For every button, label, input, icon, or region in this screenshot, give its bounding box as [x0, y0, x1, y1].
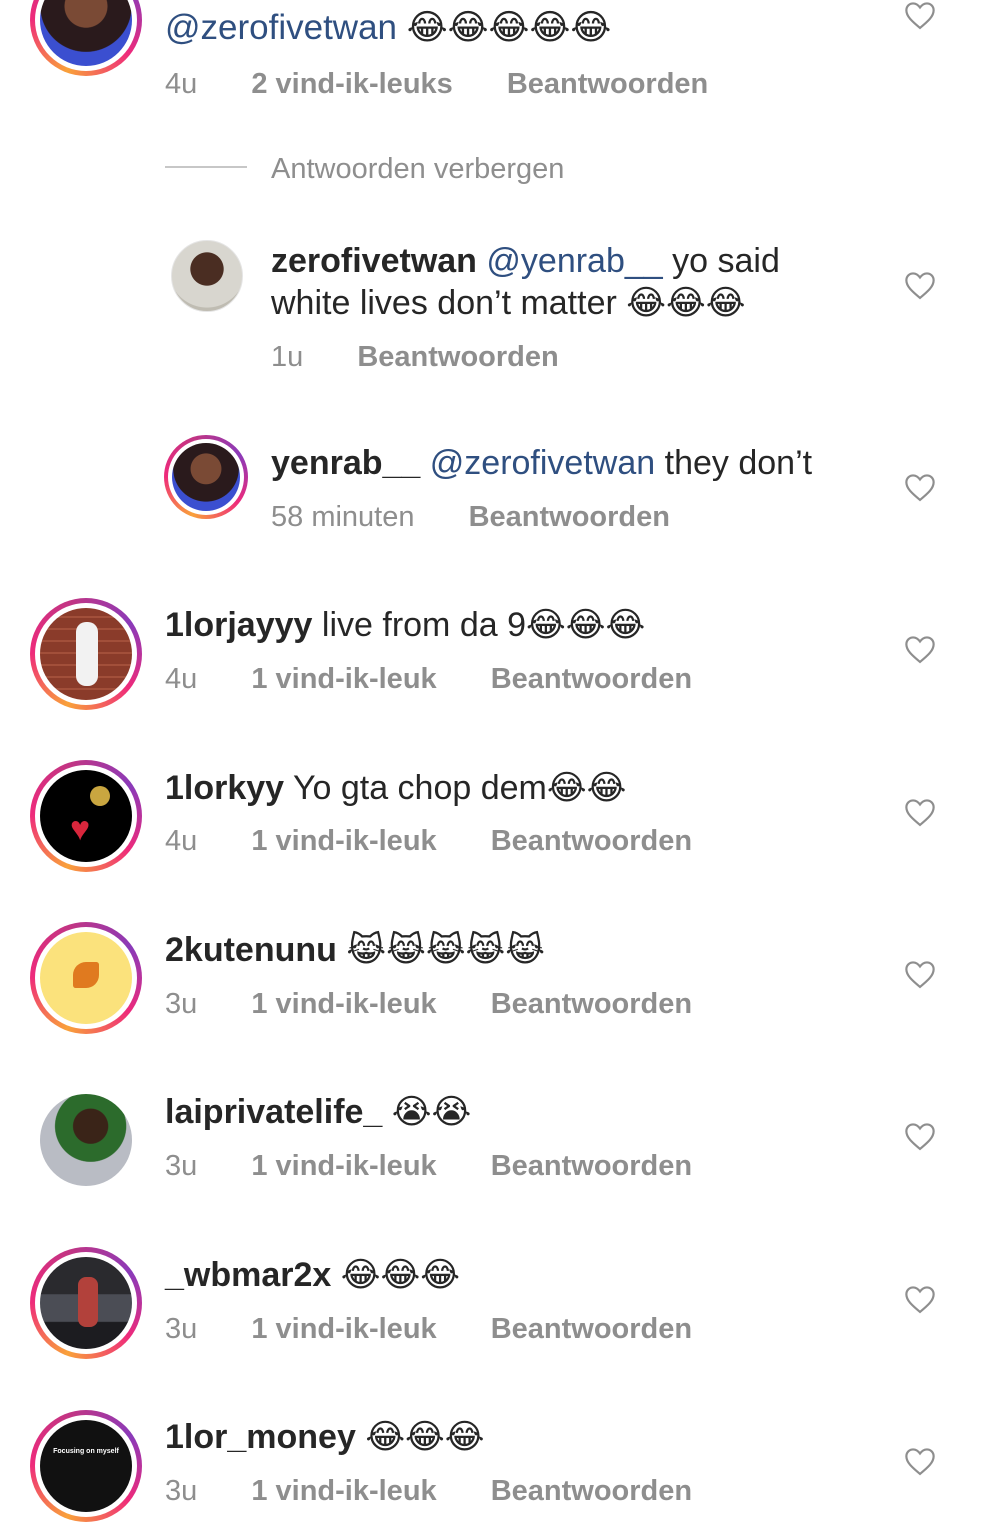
avatar[interactable]: [171, 240, 243, 312]
reply-button[interactable]: Beantwoorden: [491, 825, 692, 857]
butterfly-icon: [73, 962, 99, 988]
avatar[interactable]: [30, 1247, 142, 1359]
avatar-caption: Focusing on myself: [53, 1448, 119, 1455]
likes-count[interactable]: 1 vind-ik-leuk: [251, 988, 436, 1020]
username[interactable]: 2kutenunu: [165, 931, 337, 969]
emoji-text: 😂😂😂😂😂: [406, 8, 612, 48]
reply-button[interactable]: Beantwoorden: [491, 1150, 692, 1182]
username[interactable]: yenrab__: [271, 444, 420, 482]
likes-count[interactable]: 1 vind-ik-leuk: [251, 825, 436, 857]
emoji-text: 😂😂😂: [340, 1255, 460, 1295]
avatar[interactable]: [164, 435, 248, 519]
timestamp: 3u: [165, 1313, 198, 1345]
username[interactable]: zerofivetwan: [271, 242, 477, 280]
heart-outline-icon[interactable]: [903, 1121, 937, 1151]
comment-meta: 4u 1 vind-ik-leuk Beantwoorden: [165, 824, 692, 858]
mention[interactable]: @yenrab__: [486, 242, 662, 280]
username[interactable]: 1lor_money: [165, 1418, 356, 1456]
reply-button[interactable]: Beantwoorden: [357, 341, 558, 373]
comment-body: white lives don’t matter: [271, 284, 617, 322]
reply-button[interactable]: Beantwoorden: [507, 68, 708, 100]
comment-body: yo said: [672, 242, 780, 280]
heart-outline-icon[interactable]: [903, 472, 937, 502]
emoji-text: 😂😂: [546, 768, 627, 808]
divider: [165, 166, 247, 168]
heart-outline-icon[interactable]: [903, 634, 937, 664]
comment-text: _wbmar2x 😂😂😂: [165, 1254, 460, 1296]
heart-outline-icon[interactable]: [903, 0, 937, 30]
comment-text: 1lorjayyy live from da 9😂😂😂: [165, 604, 645, 646]
comment-text: 1lor_money 😂😂😂: [165, 1416, 485, 1458]
reply-button[interactable]: Beantwoorden: [491, 988, 692, 1020]
username[interactable]: 1lorjayyy: [165, 606, 312, 644]
avatar[interactable]: [30, 0, 142, 76]
heart-outline-icon[interactable]: [903, 270, 937, 300]
avatar[interactable]: [30, 922, 142, 1034]
avatar[interactable]: Focusing on myself: [30, 1410, 142, 1522]
comment-text-line2: white lives don’t matter 😂😂😂: [271, 282, 745, 324]
username[interactable]: 1lorkyy: [165, 769, 284, 807]
emoji-text: 😂😂😂: [526, 605, 646, 645]
emoji-text: 😂😂😂: [365, 1417, 485, 1457]
timestamp: 3u: [165, 988, 198, 1020]
broken-heart-icon: ♥: [70, 810, 91, 848]
emoji-text: 😂😂😂: [626, 283, 746, 323]
comment-meta: 3u 1 vind-ik-leuk Beantwoorden: [165, 987, 692, 1021]
comment-text: @zerofivetwan 😂😂😂😂😂: [165, 7, 611, 49]
avatar[interactable]: ♥: [30, 760, 142, 872]
comment-body: they don’t: [664, 444, 813, 482]
comment-meta: 3u 1 vind-ik-leuk Beantwoorden: [165, 1474, 692, 1508]
comment-meta: 4u 2 vind-ik-leuks Beantwoorden: [165, 67, 708, 101]
username[interactable]: _wbmar2x: [165, 1256, 331, 1294]
timestamp: 1u: [271, 341, 304, 373]
timestamp: 58 minuten: [271, 501, 415, 533]
comment-text: 2kutenunu 😹😹😹😹😹: [165, 929, 545, 971]
emoji-text: 😭😭: [391, 1092, 472, 1132]
comment-meta: 1u Beantwoorden: [271, 340, 559, 374]
comment-text: yenrab__ @zerofivetwan they don’t: [271, 442, 812, 484]
emoji-text: 😹😹😹😹😹: [346, 930, 545, 970]
comment-text: 1lorkyy Yo gta chop dem😂😂: [165, 767, 626, 809]
likes-count[interactable]: 2 vind-ik-leuks: [251, 68, 452, 100]
timestamp: 4u: [165, 68, 198, 100]
comment-body: live from da 9: [321, 606, 526, 644]
reply-button[interactable]: Beantwoorden: [491, 663, 692, 695]
avatar[interactable]: [40, 1094, 132, 1186]
mention[interactable]: @zerofivetwan: [430, 444, 655, 482]
money-bag-icon: [90, 786, 110, 806]
heart-outline-icon[interactable]: [903, 1284, 937, 1314]
reply-button[interactable]: Beantwoorden: [491, 1313, 692, 1345]
timestamp: 4u: [165, 663, 198, 695]
likes-count[interactable]: 1 vind-ik-leuk: [251, 663, 436, 695]
likes-count[interactable]: 1 vind-ik-leuk: [251, 1313, 436, 1345]
heart-outline-icon[interactable]: [903, 1446, 937, 1476]
likes-count[interactable]: 1 vind-ik-leuk: [251, 1150, 436, 1182]
heart-outline-icon[interactable]: [903, 959, 937, 989]
hide-replies-label[interactable]: Antwoorden verbergen: [271, 152, 564, 186]
comment-body: Yo gta chop dem: [292, 769, 547, 807]
timestamp: 3u: [165, 1475, 198, 1507]
comment-meta: 3u 1 vind-ik-leuk Beantwoorden: [165, 1312, 692, 1346]
avatar[interactable]: [30, 598, 142, 710]
comment-meta: 3u 1 vind-ik-leuk Beantwoorden: [165, 1149, 692, 1183]
comment-text: laiprivatelife_ 😭😭: [165, 1091, 471, 1133]
likes-count[interactable]: 1 vind-ik-leuk: [251, 1475, 436, 1507]
mention[interactable]: @zerofivetwan: [165, 8, 397, 47]
timestamp: 4u: [165, 825, 198, 857]
comment-meta: 4u 1 vind-ik-leuk Beantwoorden: [165, 662, 692, 696]
reply-button[interactable]: Beantwoorden: [469, 501, 670, 533]
heart-outline-icon[interactable]: [903, 797, 937, 827]
comment-meta: 58 minuten Beantwoorden: [271, 500, 670, 534]
reply-button[interactable]: Beantwoorden: [491, 1475, 692, 1507]
comment-text: zerofivetwan @yenrab__ yo said: [271, 240, 780, 282]
timestamp: 3u: [165, 1150, 198, 1182]
username[interactable]: laiprivatelife_: [165, 1093, 382, 1131]
